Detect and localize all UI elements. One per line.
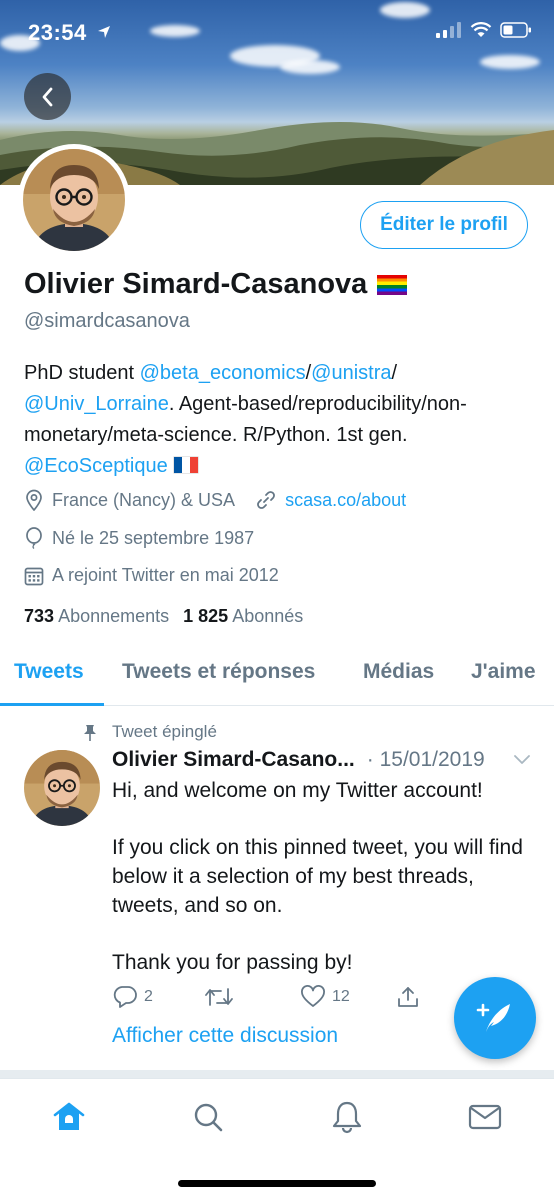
bio-text: PhD student (24, 362, 140, 384)
followers-label: Abonnés (232, 606, 304, 626)
rainbow-flag-icon (377, 274, 408, 295)
notifications-icon (332, 1101, 362, 1134)
reply-button[interactable]: 2 (112, 985, 153, 1009)
location-pin-icon (26, 489, 42, 511)
share-button[interactable] (396, 985, 420, 1009)
tab-tweets[interactable]: Tweets (14, 660, 84, 684)
tab-media[interactable]: Médias (363, 660, 434, 684)
bio-mention-unistra[interactable]: @unistra (311, 362, 391, 384)
profile-website-link[interactable]: scasa.co/about (285, 490, 406, 511)
battery-icon (500, 22, 531, 38)
bio-mention-ecosceptique[interactable]: @EcoSceptique (24, 455, 168, 477)
french-flag-icon (173, 457, 198, 473)
avatar-photo (24, 750, 100, 826)
tab-tweets-and-replies[interactable]: Tweets et réponses (122, 660, 315, 684)
nav-home[interactable] (49, 1097, 89, 1137)
bio-mention-beta-economics[interactable]: @beta_economics (140, 362, 306, 384)
profile-bio: PhD student @beta_economics/@unistra/@Un… (24, 358, 539, 482)
nav-messages[interactable] (465, 1097, 505, 1137)
share-icon (398, 987, 418, 1007)
profile-joined: A rejoint Twitter en mai 2012 (52, 565, 279, 585)
following-link[interactable]: 733 Abonnements (24, 606, 169, 627)
status-time: 23:54 (28, 20, 111, 46)
pin-icon (84, 725, 96, 741)
bio-text: / (391, 362, 398, 384)
signal-icon (436, 22, 461, 38)
home-icon (53, 1102, 85, 1130)
chevron-down-icon[interactable] (512, 752, 532, 766)
compose-tweet-icon (476, 1003, 510, 1032)
profile-location: France (Nancy) & USA (52, 489, 236, 510)
profile-handle: @simardcasanova (24, 310, 190, 332)
retweet-button[interactable] (204, 985, 240, 1009)
follow-stats: 733 Abonnements 1 825 Abonnés (24, 606, 303, 627)
following-count: 733 (24, 606, 55, 626)
tweet-header: Olivier Simard-Casano... · 15/01/2019 (112, 748, 485, 772)
profile-name-text: Olivier Simard-Casanova (24, 268, 368, 300)
like-count: 12 (332, 988, 350, 1005)
like-button[interactable]: 12 (300, 985, 350, 1009)
tweet-author-avatar[interactable] (24, 750, 100, 826)
followers-link[interactable]: 1 825 Abonnés (183, 606, 303, 627)
status-icons (436, 22, 532, 38)
tweet-paragraph: If you click on this pinned tweet, you w… (112, 836, 523, 917)
show-thread-link[interactable]: Afficher cette discussion (112, 1024, 338, 1048)
retweet-icon (205, 988, 233, 1006)
tweet-actions: 2 12 (112, 985, 422, 1013)
edit-profile-button[interactable]: Éditer le profil (360, 201, 528, 249)
bio-mention-univ-lorraine[interactable]: @Univ_Lorraine (24, 393, 169, 415)
profile-birthday-row: Né le 25 septembre 1987 (24, 527, 254, 549)
tweet-date: · 15/01/2019 (366, 748, 485, 771)
tab-likes[interactable]: J'aime (471, 660, 536, 684)
compose-tweet-button[interactable] (454, 977, 536, 1059)
profile-location-row: France (Nancy) & USA scasa.co/about (24, 489, 406, 511)
reply-icon (113, 986, 137, 1008)
pinned-tweet-label: Tweet épinglé (112, 722, 217, 741)
profile-tabs: Tweets Tweets et réponses Médias J'aime (0, 650, 554, 706)
status-bar: 23:54 (0, 0, 554, 66)
profile-joined-row: A rejoint Twitter en mai 2012 (24, 565, 279, 586)
section-divider (0, 1070, 554, 1078)
profile-birthday: Né le 25 septembre 1987 (52, 527, 255, 548)
heart-icon (301, 985, 325, 1007)
search-icon (194, 1103, 223, 1132)
wifi-icon (470, 22, 492, 37)
nav-search[interactable] (188, 1097, 228, 1137)
messages-icon (468, 1104, 502, 1130)
link-icon (257, 491, 275, 509)
following-label: Abonnements (58, 606, 170, 626)
avatar-photo (23, 149, 125, 251)
tweet-author-name[interactable]: Olivier Simard-Casano... (112, 748, 355, 772)
home-indicator[interactable] (178, 1180, 376, 1187)
followers-count: 1 825 (183, 606, 229, 626)
reply-count: 2 (144, 988, 153, 1005)
profile-name: Olivier Simard-Casanova (24, 268, 408, 301)
back-button[interactable] (24, 73, 71, 120)
chevron-left-icon (42, 87, 52, 106)
location-arrow-icon (98, 26, 111, 38)
active-tab-indicator (0, 703, 104, 706)
tweet-paragraph: Hi, and welcome on my Twitter account! (112, 779, 483, 802)
profile-avatar[interactable] (18, 144, 130, 256)
calendar-icon (24, 567, 44, 585)
nav-notifications[interactable] (327, 1097, 367, 1137)
balloon-icon (26, 527, 42, 549)
tweet-paragraph: Thank you for passing by! (112, 951, 353, 974)
tweet-text[interactable]: Hi, and welcome on my Twitter account! I… (112, 776, 532, 1005)
